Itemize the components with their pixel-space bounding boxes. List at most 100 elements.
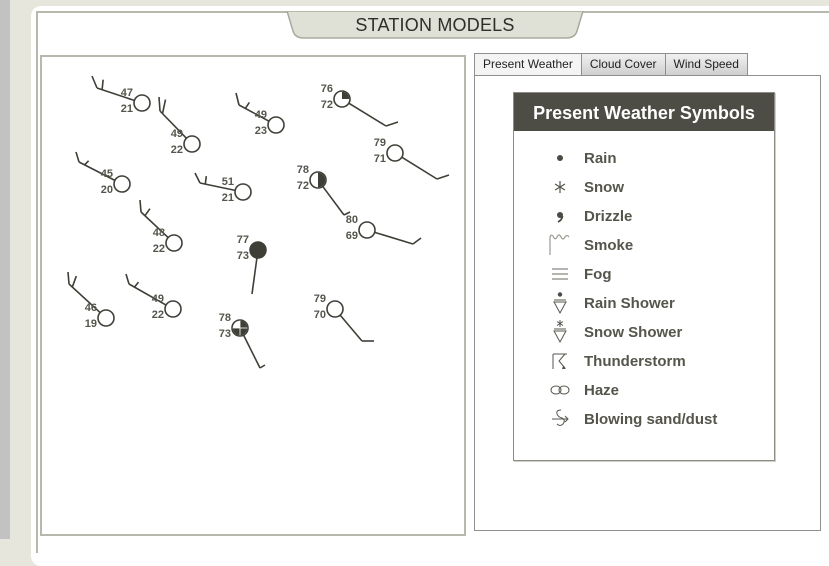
legend-item-haze: Haze (514, 376, 774, 405)
wind-barb (259, 364, 266, 369)
dewpoint-label: 22 (171, 144, 183, 156)
wind-barb (139, 199, 142, 213)
legend-title: Present Weather Symbols (514, 93, 774, 131)
legend-item-rain: Rain (514, 144, 774, 173)
legend-label: Rain Shower (584, 295, 675, 312)
legend-box: Present Weather Symbols Rain Snow Drizzl… (513, 92, 775, 461)
wind-barb (385, 121, 399, 127)
legend-item-blowing-sand: Blowing sand/dust (514, 405, 774, 434)
snow-icon (554, 181, 566, 193)
wind-staff (251, 257, 258, 295)
haze-icon (550, 385, 570, 395)
legend-label: Fog (584, 266, 612, 283)
station-model: 7970 (314, 293, 374, 342)
cloud-cover-circle (165, 234, 183, 252)
temperature-label: 48 (153, 227, 165, 239)
wind-barb (84, 160, 90, 166)
tab-wind-speed[interactable]: Wind Speed (664, 53, 748, 75)
station-model: 4721 (91, 75, 151, 115)
cloud-cover-circle (183, 135, 201, 153)
legend-label: Drizzle (584, 208, 633, 225)
tab-present-weather[interactable]: Present Weather (474, 53, 582, 76)
legend-item-rain-shower: Rain Shower (514, 289, 774, 318)
wind-staff (242, 334, 261, 369)
station-model: 7971 (374, 137, 450, 180)
wind-barb (244, 101, 250, 109)
station-model: 4922 (158, 96, 201, 156)
legend-label: Thunderstorm (584, 353, 686, 370)
station-model: 5121 (194, 172, 252, 204)
dewpoint-label: 22 (152, 309, 164, 321)
dewpoint-label: 71 (374, 153, 386, 165)
snow-shower-icon (553, 320, 567, 344)
station-model: 7773 (237, 234, 267, 295)
wind-barb (101, 79, 104, 90)
cloud-cover-circle (358, 221, 376, 239)
wind-staff (339, 314, 363, 342)
dewpoint-label: 69 (346, 230, 358, 242)
station-model: 4922 (125, 273, 182, 321)
temperature-label: 76 (321, 83, 333, 95)
temperature-label: 78 (297, 164, 309, 176)
temperature-label: 47 (121, 87, 133, 99)
wind-staff (401, 156, 438, 180)
temperature-label: 46 (85, 302, 97, 314)
legend-item-fog: Fog (514, 260, 774, 289)
page-title: STATION MODELS (355, 15, 515, 35)
tab-bar: Present Weather Cloud Cover Wind Speed (474, 53, 748, 76)
dewpoint-label: 20 (101, 184, 113, 196)
wind-barb (158, 96, 161, 112)
cloud-cover-circle (133, 94, 151, 112)
drizzle-icon (557, 212, 564, 223)
legend-label: Rain (584, 150, 617, 167)
dewpoint-label: 70 (314, 309, 326, 321)
cloud-cover-circle (113, 175, 131, 193)
dewpoint-label: 22 (153, 243, 165, 255)
smoke-icon (549, 234, 570, 255)
temperature-label: 79 (314, 293, 326, 305)
wind-barb (235, 92, 240, 106)
dewpoint-label: 23 (255, 125, 267, 137)
cloud-cover-circle (234, 183, 252, 201)
wind-barb (71, 275, 78, 288)
station-model: 8069 (346, 214, 422, 245)
temperature-label: 77 (237, 234, 249, 246)
dewpoint-label: 72 (321, 99, 333, 111)
wind-barb (144, 208, 151, 217)
station-model: 4822 (139, 199, 183, 255)
cloud-cover-circle (97, 309, 115, 327)
wind-barb (91, 75, 98, 89)
wind-barb (67, 271, 70, 285)
wind-staff (374, 231, 414, 245)
cloud-cover-circle (267, 116, 285, 134)
legend-item-smoke: Smoke (514, 231, 774, 260)
wind-barb (75, 151, 80, 163)
wind-staff (348, 102, 387, 127)
cloud-fill (250, 242, 266, 258)
dewpoint-label: 21 (222, 192, 234, 204)
wind-barb (412, 237, 422, 245)
legend-item-thunderstorm: Thunderstorm (514, 347, 774, 376)
temperature-label: 49 (152, 293, 164, 305)
dewpoint-label: 73 (219, 328, 231, 340)
wind-barb (204, 176, 208, 185)
temperature-label: 45 (101, 168, 113, 180)
temperature-label: 78 (219, 312, 231, 324)
cloud-cover-circle (164, 300, 182, 318)
temperature-label: 80 (346, 214, 358, 226)
temperature-label: 49 (171, 128, 183, 140)
station-model: 4520 (75, 151, 131, 196)
rain-shower-icon (553, 292, 567, 315)
wind-barb (125, 273, 130, 285)
legend-list: Rain Snow Drizzle Smoke Fog Rain Shower … (514, 131, 774, 434)
wind-staff (322, 185, 345, 216)
rain-icon (557, 155, 563, 161)
tab-cloud-cover[interactable]: Cloud Cover (580, 53, 666, 75)
legend-item-drizzle: Drizzle (514, 202, 774, 231)
station-model: 7873 (219, 312, 266, 369)
wind-barb (194, 172, 201, 184)
cloud-cover-circle (326, 300, 344, 318)
station-model: 7672 (321, 83, 399, 127)
dewpoint-label: 21 (121, 103, 133, 115)
wind-barb (436, 174, 450, 180)
